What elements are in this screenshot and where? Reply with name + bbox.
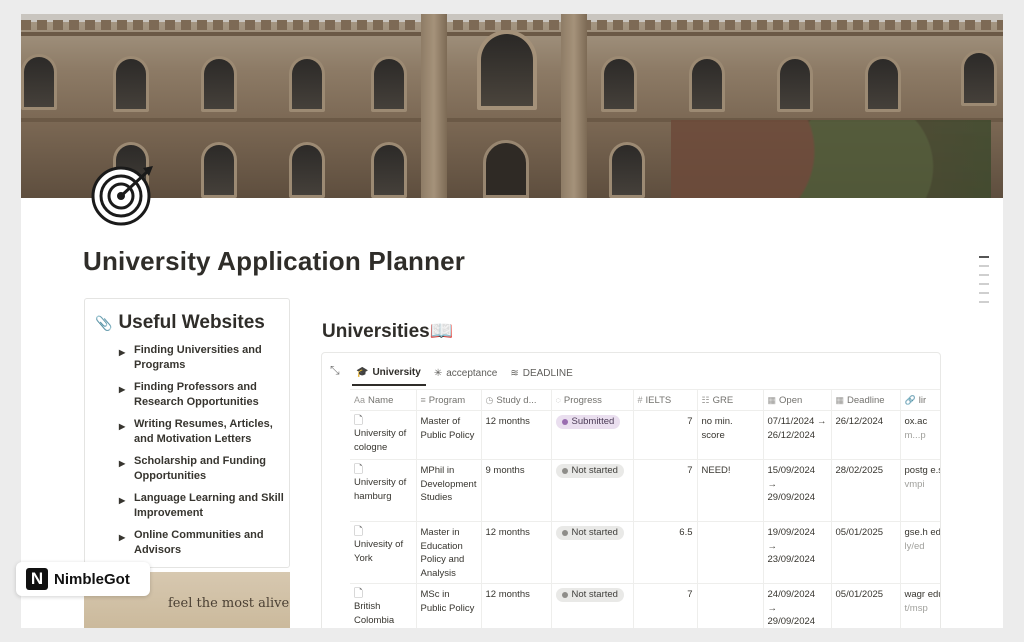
database-title: Universities📖 [322,321,454,342]
cell-deadline[interactable]: 05/01/2025 [831,521,901,584]
cell-open[interactable]: 24/09/2024 → 29/09/2024 [763,583,832,628]
page-title: University Application Planner [83,246,466,276]
cell-program[interactable]: Master of Public Policy [416,410,482,460]
column-header-progress[interactable]: ◌ Progress [551,389,634,411]
toggle-online-communities[interactable]: ▶ Online Communities and Advisors [119,528,285,558]
status-badge: Not started [555,464,624,478]
target-icon [91,166,153,226]
cell-ielts[interactable]: 7 [633,583,698,628]
toggle-triangle-icon[interactable]: ▶ [119,530,125,545]
graduation-cap-icon: 🎓 [356,367,369,378]
toggle-writing-resumes[interactable]: ▶ Writing Resumes, Articles, and Motivati… [119,417,285,447]
toggle-triangle-icon[interactable]: ▶ [119,419,125,434]
status-badge: Not started [555,588,624,602]
table-row[interactable]: 🗋British Colombia University MSc in Publ… [350,583,940,628]
toggle-finding-universities[interactable]: ▶ Finding Universities and Programs [119,343,285,373]
toggle-triangle-icon[interactable]: ▶ [119,456,125,471]
page-icon: 🗋 [354,415,363,427]
cell-gre[interactable] [697,583,764,628]
page: University Application Planner 📎 Useful … [21,14,1003,628]
cell-link[interactable]: wagr edu/t/msp [900,583,940,628]
cell-name[interactable]: 🗋British Colombia University [350,583,417,628]
useful-websites-panel: 📎 Useful Websites ▶ Finding Universities … [84,298,290,568]
column-header-deadline[interactable]: ▦ Deadline [831,389,901,411]
cell-progress[interactable]: Not started [551,459,634,522]
universities-database: ⤡ 🎓 University ✳ acceptance ≋ DEADLINE Aa Na… [321,352,941,628]
column-header-name[interactable]: Aa Name [350,389,417,411]
column-header-open[interactable]: ▦ Open [763,389,832,411]
page-icon: 🗋 [354,588,363,600]
status-badge: Submitted [555,415,621,429]
nimblegot-badge[interactable]: N NimbleGot [16,562,150,596]
cell-deadline[interactable]: 05/01/2025 [831,583,901,628]
column-header-ielts[interactable]: # IELTS [633,389,698,411]
cell-deadline[interactable]: 28/02/2025 [831,459,901,522]
status-badge: Not started [555,526,624,540]
useful-websites-heading: 📎 Useful Websites [95,312,265,333]
column-header-gre[interactable]: ☷ GRE [697,389,764,411]
toggle-triangle-icon[interactable]: ▶ [119,382,125,397]
cell-deadline[interactable]: 26/12/2024 [831,410,901,460]
toggle-finding-professors[interactable]: ▶ Finding Professors and Research Opportu… [119,380,285,410]
toggle-triangle-icon[interactable]: ▶ [119,493,125,508]
table-row[interactable]: 🗋 Univesity of York Master in Education P… [350,521,940,584]
asterisk-icon: ✳ [433,368,443,379]
cell-gre[interactable] [697,521,764,584]
cell-study-duration[interactable]: 9 months [481,459,552,522]
cell-name[interactable]: 🗋 University of cologne [350,410,417,460]
cell-gre[interactable]: no min. score [697,410,764,460]
tab-acceptance[interactable]: ✳ acceptance [430,361,503,386]
column-header-program[interactable]: ≡ Program [416,389,482,411]
toggle-language-learning[interactable]: ▶ Language Learning and Skill Improvement [119,491,285,521]
cell-study-duration[interactable]: 12 months [481,583,552,628]
column-header-link[interactable]: 🔗 lir [900,389,940,411]
toggle-scholarship[interactable]: ▶ Scholarship and Funding Opportunities [119,454,285,484]
cell-ielts[interactable]: 7 [633,459,698,522]
brand-name: NimbleGot [54,570,130,588]
board-icon: ≋ [510,368,519,379]
cell-name[interactable]: 🗋 University of hamburg [350,459,417,522]
cell-link[interactable]: postg e.stu .ac.uvmpi [900,459,940,522]
cell-progress[interactable]: Not started [551,521,634,584]
cell-program[interactable]: Master in Education Policy and Analysis [416,521,482,584]
view-tabs: 🎓 University ✳ acceptance ≋ DEADLINE [352,361,578,386]
paperclip-icon: 📎 [95,314,113,331]
table-row[interactable]: 🗋 University of hamburg MPhil in Developm… [350,459,940,522]
cell-link[interactable]: gse.h edu/ly/ed [900,521,940,584]
cell-open[interactable]: 07/11/2024 → 26/12/2024 [763,410,832,460]
cell-name[interactable]: 🗋 Univesity of York [350,521,417,584]
column-header-study-duration[interactable]: ◷ Study d... [481,389,552,411]
cell-gre[interactable]: NEED! [697,459,764,522]
cell-progress[interactable]: Not started [551,583,634,628]
table-header-row: Aa Name ≡ Program ◷ Study d... ◌ Progress # I… [350,389,940,411]
page-icon: 🗋 [354,526,363,538]
cell-study-duration[interactable]: 12 months [481,410,552,460]
toggle-triangle-icon[interactable]: ▶ [119,345,125,360]
cell-program[interactable]: MSc in Public Policy [416,583,482,628]
cell-open[interactable]: 19/09/2024 → 23/09/2024 [763,521,832,584]
universities-table: Aa Name ≡ Program ◷ Study d... ◌ Progress # I… [350,389,940,628]
tab-deadline[interactable]: ≋ DEADLINE [506,361,577,386]
cover-image [21,14,1003,198]
cell-link[interactable]: ox.ac m...p [900,410,940,460]
cell-progress[interactable]: Submitted [551,410,634,460]
cell-ielts[interactable]: 6.5 [633,521,698,584]
nimblegot-logo-icon: N [26,568,48,590]
page-icon: 🗋 [354,464,363,476]
magic-wand-icon[interactable]: ⤡ [330,363,340,378]
cell-open[interactable]: 15/09/2024 → 29/09/2024 [763,459,832,522]
cell-program[interactable]: MPhil in Development Studies [416,459,482,522]
table-of-contents[interactable] [979,256,989,310]
cell-study-duration[interactable]: 12 months [481,521,552,584]
cell-ielts[interactable]: 7 [633,410,698,460]
table-row[interactable]: 🗋 University of cologne Master of Public … [350,410,940,460]
tab-university[interactable]: 🎓 University [352,361,426,386]
